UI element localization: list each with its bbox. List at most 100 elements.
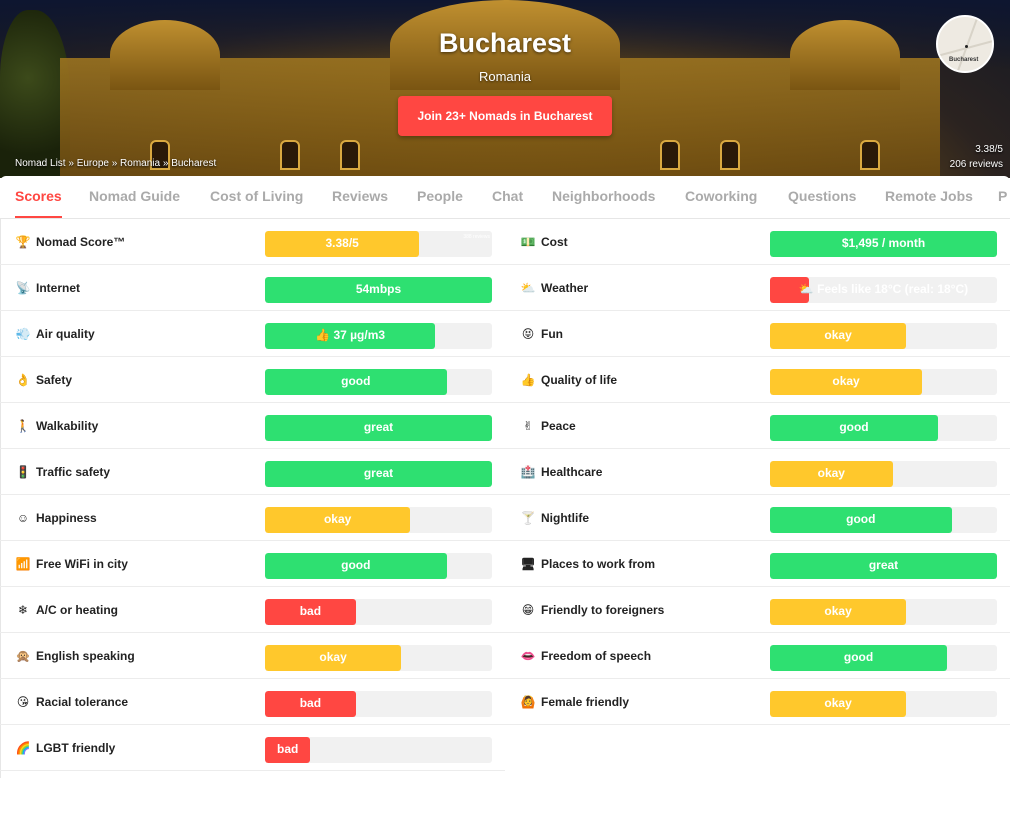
tab-chat[interactable]: Chat: [492, 176, 523, 218]
breadcrumb[interactable]: Nomad List » Europe » Romania » Buchares…: [15, 158, 216, 169]
score-bar-track[interactable]: okay: [265, 507, 492, 533]
tab-neighborhoods[interactable]: Neighborhoods: [552, 176, 655, 218]
score-row-fun[interactable]: 😝 Fun okay: [505, 311, 1010, 357]
score-label-text: Happiness: [36, 511, 97, 525]
score-bar-track[interactable]: 👍 37 µg/m3: [265, 323, 492, 349]
tab-cost-of-living[interactable]: Cost of Living: [210, 176, 303, 218]
walking-icon: 🚶: [15, 419, 31, 433]
score-bar-track[interactable]: good: [265, 369, 492, 395]
score-bar-track[interactable]: bad: [265, 691, 492, 717]
score-bar-value: great: [868, 558, 899, 572]
trophy-icon: 🏆: [15, 235, 31, 249]
wind-icon: 💨: [15, 327, 31, 341]
score-row-places-to-work-from[interactable]: 🖥 Places to work from great: [505, 541, 1010, 587]
score-row-safety[interactable]: 👌 Safety good: [0, 357, 505, 403]
score-bar-value: okay: [323, 512, 352, 526]
score-bar-track[interactable]: ⛅ Feels like 18°C (real: 18°C): [770, 277, 997, 303]
window: [720, 140, 740, 170]
score-row-nightlife[interactable]: 🍸 Nightlife good: [505, 495, 1010, 541]
score-bar-track[interactable]: bad: [265, 737, 492, 763]
map-pin-icon: [965, 45, 968, 48]
score-bar-value: good: [341, 558, 371, 572]
country-name: Romania: [478, 69, 532, 84]
score-row-walkability[interactable]: 🚶 Walkability great: [0, 403, 505, 449]
score-row-nomad-score[interactable]: 🏆 Nomad Score™ 3.38/5 388 reviews: [0, 219, 505, 265]
score-row-peace[interactable]: ✌ Peace good: [505, 403, 1010, 449]
score-bar-value: okay: [319, 650, 347, 664]
score-bar-track[interactable]: good: [770, 645, 997, 671]
score-row-happiness[interactable]: ☺ Happiness okay: [0, 495, 505, 541]
score-bar-value: okay: [824, 604, 852, 618]
score-label-text: Traffic safety: [36, 465, 111, 479]
score-bar-track[interactable]: okay: [770, 461, 997, 487]
fun-face-icon: 😝: [521, 327, 535, 341]
tab-people[interactable]: People: [417, 176, 463, 218]
score-bar-value: okay: [832, 374, 860, 388]
score-label-text: Quality of life: [541, 373, 618, 387]
score-bar-value: good: [846, 512, 876, 526]
cloud-icon: ⛅: [520, 281, 536, 295]
score-label-text: English speaking: [36, 649, 135, 663]
score-row-traffic-safety[interactable]: 🚦 Traffic safety great: [0, 449, 505, 495]
score-label: 🚦 Traffic safety: [15, 449, 111, 495]
join-nomads-button[interactable]: Join 23+ Nomads in Bucharest: [398, 96, 612, 136]
score-row-weather[interactable]: ⛅ Weather ⛅ Feels like 18°C (real: 18°C): [505, 265, 1010, 311]
score-row-internet[interactable]: 📡 Internet 54mbps: [0, 265, 505, 311]
tab-scores[interactable]: Scores: [15, 176, 62, 218]
score-row-racial-tolerance[interactable]: 😘 Racial tolerance bad: [0, 679, 505, 725]
score-bar-track[interactable]: $1,495 / month: [770, 231, 997, 257]
score-bar-track[interactable]: okay: [770, 369, 997, 395]
score-row-free-wifi-in-city[interactable]: 📶 Free WiFi in city good: [0, 541, 505, 587]
score-label-text: Female friendly: [541, 695, 630, 709]
tab-remote-jobs[interactable]: Remote Jobs: [885, 176, 973, 218]
score-bar-track[interactable]: great: [265, 461, 492, 487]
hero-review-count[interactable]: 206 reviews: [950, 157, 1003, 172]
score-label-text: Peace: [541, 419, 576, 433]
score-row-female-friendly[interactable]: 🙆 Female friendly okay: [505, 679, 1010, 725]
score-bar-value: bad: [299, 696, 322, 710]
money-icon: 💵: [520, 235, 536, 249]
score-label: 😘 Racial tolerance: [15, 679, 128, 725]
score-bar-track[interactable]: 54mbps: [265, 277, 492, 303]
tab-p[interactable]: P: [998, 176, 1007, 218]
tab-nomad-guide[interactable]: Nomad Guide: [89, 176, 180, 218]
score-bar-track[interactable]: great: [770, 553, 997, 579]
score-row-quality-of-life[interactable]: 👍 Quality of life okay: [505, 357, 1010, 403]
score-row-a-c-or-heating[interactable]: ❄ A/C or heating bad: [0, 587, 505, 633]
score-bar-track[interactable]: great: [265, 415, 492, 441]
score-label: 📶 Free WiFi in city: [15, 541, 128, 587]
score-bar-track[interactable]: 3.38/5 388 reviews: [265, 231, 492, 257]
score-bar-track[interactable]: okay: [265, 645, 492, 671]
score-bar-track[interactable]: good: [770, 415, 997, 441]
score-label: ❄ A/C or heating: [15, 587, 118, 633]
hospital-icon: 🏥: [520, 465, 536, 479]
score-row-healthcare[interactable]: 🏥 Healthcare okay: [505, 449, 1010, 495]
score-label: 👌 Safety: [15, 357, 73, 403]
score-label-text: Racial tolerance: [36, 695, 129, 709]
score-label-text: Internet: [36, 281, 81, 295]
score-row-air-quality[interactable]: 💨 Air quality 👍 37 µg/m3: [0, 311, 505, 357]
score-row-freedom-of-speech[interactable]: 👄 Freedom of speech good: [505, 633, 1010, 679]
snowflake-icon: ❄: [17, 603, 29, 617]
score-row-cost[interactable]: 💵 Cost $1,495 / month: [505, 219, 1010, 265]
score-row-english-speaking[interactable]: 🙊 English speaking okay: [0, 633, 505, 679]
score-bar-value: good: [839, 420, 869, 434]
score-label: 🍸 Nightlife: [520, 495, 589, 541]
score-label: 🙆 Female friendly: [520, 679, 630, 725]
score-bar-track[interactable]: bad: [265, 599, 492, 625]
score-bar-track[interactable]: good: [770, 507, 997, 533]
tab-coworking[interactable]: Coworking: [685, 176, 757, 218]
tab-reviews[interactable]: Reviews: [332, 176, 388, 218]
tab-questions[interactable]: Questions: [788, 176, 856, 218]
score-bar-track[interactable]: okay: [770, 323, 997, 349]
score-bar-track[interactable]: okay: [770, 691, 997, 717]
score-row-lgbt-friendly[interactable]: 🌈 LGBT friendly bad: [0, 725, 505, 771]
score-label: 🏆 Nomad Score™: [15, 219, 126, 265]
score-bar-track[interactable]: okay: [770, 599, 997, 625]
score-label-text: Nightlife: [541, 511, 589, 525]
mini-map[interactable]: Bucharest: [936, 15, 994, 73]
score-bar-value: bad: [299, 604, 322, 618]
score-bar-track[interactable]: good: [265, 553, 492, 579]
score-label-text: A/C or heating: [36, 603, 119, 617]
score-row-friendly-to-foreigners[interactable]: 😁 Friendly to foreigners okay: [505, 587, 1010, 633]
